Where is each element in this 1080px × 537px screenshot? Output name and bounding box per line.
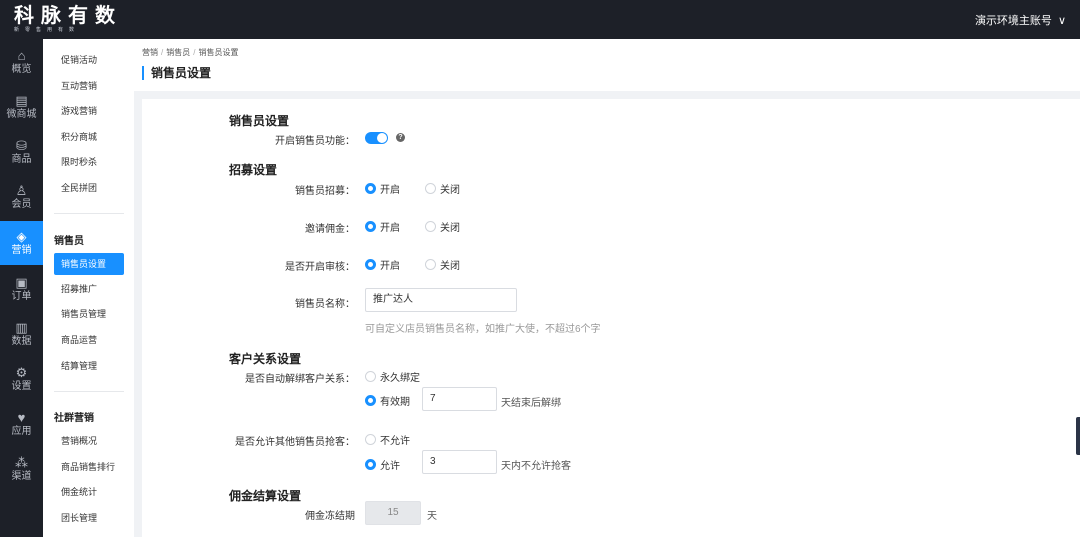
chevron-down-icon: ∨ <box>1057 14 1066 27</box>
apps-icon: ♥ <box>17 409 26 425</box>
breadcrumb-item-marketing[interactable]: 营销 <box>142 48 158 57</box>
breadcrumb: 营销 / 销售员 / 销售员设置 <box>142 48 239 57</box>
rail-item-channels[interactable]: ⁂ 渠道 <box>0 447 43 491</box>
submenu-item-settlement[interactable]: 结算管理 <box>54 355 124 377</box>
submenu-item-interactive[interactable]: 互动营销 <box>54 75 124 97</box>
steal-radio-disallow[interactable]: 不允许 <box>365 432 410 447</box>
submenu-divider <box>54 391 124 392</box>
submenu-item-sales-settings[interactable]: 销售员设置 <box>54 253 124 275</box>
freeze-label: 佣金冻结期 <box>305 511 355 522</box>
rail-item-orders[interactable]: ▣ 订单 <box>0 267 43 311</box>
home-icon: ⌂ <box>17 47 26 63</box>
brand-logo[interactable]: 科脉有数 新零售用有数 <box>14 4 138 36</box>
section-title-customer: 客户关系设置 <box>229 352 302 366</box>
unbind-radio-valid[interactable]: 有效期 <box>365 393 410 408</box>
steal-label: 是否允许其他销售员抢客： <box>235 437 355 448</box>
freeze-days-unit: 天 <box>427 511 437 522</box>
recruit-label: 销售员招募： <box>295 186 355 197</box>
submenu-item-points-mall[interactable]: 积分商城 <box>54 126 124 148</box>
rail-item-data[interactable]: ▥ 数据 <box>0 312 43 356</box>
account-name: 演示环境主账号 <box>974 15 1052 27</box>
enable-switch[interactable] <box>365 132 388 144</box>
logo-main-text: 科脉有数 <box>14 3 122 27</box>
steal-radio-allow[interactable]: 允许 <box>365 457 400 472</box>
page-title: 销售员设置 <box>142 66 211 80</box>
rail-item-overview[interactable]: ⌂ 概览 <box>0 40 43 84</box>
radio-dot <box>365 221 376 232</box>
allow-days-suffix: 天内不允许抢客 <box>501 461 571 472</box>
radio-dot <box>365 459 376 470</box>
submenu-item-recruit[interactable]: 招募推广 <box>54 278 124 300</box>
scroll-handle[interactable] <box>1076 417 1080 455</box>
submenu-item-commission-stats[interactable]: 佣金统计 <box>54 481 124 503</box>
invite-label: 邀请佣金： <box>305 224 355 235</box>
submenu-item-flash-sale[interactable]: 限时秒杀 <box>54 151 124 173</box>
radio-dot <box>425 259 436 270</box>
submenu-item-group-buy[interactable]: 全民拼团 <box>54 177 124 199</box>
breadcrumb-item-current: 销售员设置 <box>198 48 239 57</box>
tag-icon: ◈ <box>16 228 27 244</box>
radio-dot <box>365 259 376 270</box>
section-title-sales: 销售员设置 <box>229 114 290 128</box>
store-icon: ▤ <box>15 92 28 108</box>
rail-item-mall[interactable]: ▤ 微商城 <box>0 85 43 129</box>
invite-radio-on[interactable]: 开启 <box>365 219 400 234</box>
submenu-item-sales-rank[interactable]: 商品销售排行 <box>54 456 124 478</box>
section-title-commission: 佣金结算设置 <box>229 489 302 503</box>
rail-item-settings[interactable]: ⚙ 设置 <box>0 357 43 401</box>
radio-dot <box>425 221 436 232</box>
allow-days-input[interactable]: 3 <box>422 450 497 474</box>
submenu-group-community: 社群营销 <box>54 413 94 424</box>
radio-dot <box>365 183 376 194</box>
radio-dot <box>425 183 436 194</box>
audit-radio-off[interactable]: 关闭 <box>425 257 460 272</box>
basket-icon: ♙ <box>15 182 28 198</box>
section-title-recruit: 招募设置 <box>229 163 278 177</box>
valid-days-suffix: 天结束后解绑 <box>501 398 561 409</box>
page-header: 营销 / 销售员 / 销售员设置 销售员设置 <box>134 39 1080 91</box>
top-bar: 科脉有数 新零售用有数 演示环境主账号 ∨ <box>0 0 1080 39</box>
help-icon[interactable]: ? <box>396 133 405 142</box>
submenu-item-game[interactable]: 游戏营销 <box>54 100 124 122</box>
submenu-item-overview[interactable]: 营销概况 <box>54 430 124 452</box>
rail-item-member[interactable]: ♙ 会员 <box>0 175 43 219</box>
rail-item-goods[interactable]: ⛁ 商品 <box>0 130 43 174</box>
logo-sub-text: 新零售用有数 <box>14 27 81 33</box>
submenu-item-sales-manage[interactable]: 销售员管理 <box>54 303 124 325</box>
freeze-days-input: 15 <box>365 501 421 525</box>
recruit-radio-off[interactable]: 关闭 <box>425 181 460 196</box>
bag-icon: ⛁ <box>16 137 27 153</box>
submenu-item-goods-ops[interactable]: 商品运营 <box>54 329 124 351</box>
recruit-radio-on[interactable]: 开启 <box>365 181 400 196</box>
sales-name-hint: 可自定义店员销售员名称，如推广大使，不超过6个字 <box>365 324 601 335</box>
unbind-label: 是否自动解绑客户关系： <box>245 374 355 385</box>
switch-knob <box>377 133 387 143</box>
chart-icon: ▥ <box>15 319 28 335</box>
submenu-group-sales: 销售员 <box>54 236 84 247</box>
invite-radio-off[interactable]: 关闭 <box>425 219 460 234</box>
sales-name-input[interactable]: 推广达人 <box>365 288 517 312</box>
valid-days-input[interactable]: 7 <box>422 387 497 411</box>
unbind-radio-forever[interactable]: 永久绑定 <box>365 369 420 384</box>
channel-icon: ⁂ <box>15 454 28 470</box>
order-icon: ▣ <box>15 274 28 290</box>
rail-item-apps[interactable]: ♥ 应用 <box>0 402 43 446</box>
radio-dot <box>365 395 376 406</box>
radio-dot <box>365 371 376 382</box>
submenu-item-promotion[interactable]: 促销活动 <box>54 49 124 71</box>
audit-radio-on[interactable]: 开启 <box>365 257 400 272</box>
name-label: 销售员名称： <box>295 299 355 310</box>
breadcrumb-item-sales[interactable]: 销售员 <box>166 48 190 57</box>
account-menu[interactable]: 演示环境主账号 ∨ <box>975 12 1066 28</box>
settings-form: 销售员设置 开启销售员功能： ? 招募设置 销售员招募： 开启 关闭 邀请佣金：… <box>142 99 1080 537</box>
enable-label: 开启销售员功能： <box>275 136 355 147</box>
main-nav-rail: ⌂ 概览 ▤ 微商城 ⛁ 商品 ♙ 会员 ◈ 营销 ▣ 订单 ▥ 数据 ⚙ 设置… <box>0 39 43 537</box>
radio-dot <box>365 434 376 445</box>
gear-icon: ⚙ <box>15 364 28 380</box>
sub-menu: 促销活动 互动营销 游戏营销 积分商城 限时秒杀 全民拼团 销售员 销售员设置 … <box>43 39 134 537</box>
submenu-divider <box>54 213 124 214</box>
rail-item-marketing[interactable]: ◈ 营销 <box>0 221 43 265</box>
submenu-item-leader-manage[interactable]: 团长管理 <box>54 507 124 529</box>
audit-label: 是否开启审核： <box>285 262 355 273</box>
